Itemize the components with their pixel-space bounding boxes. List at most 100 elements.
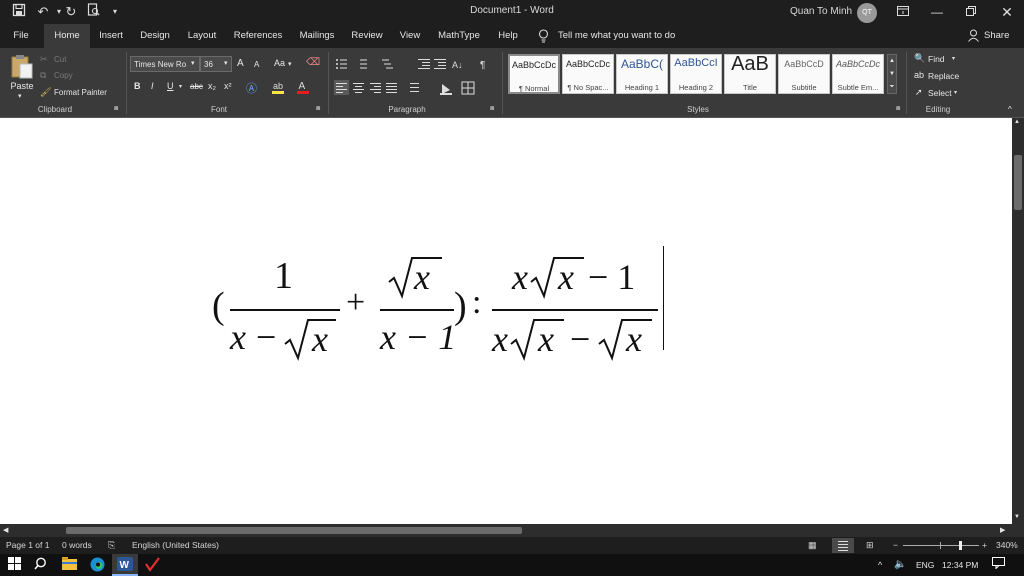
style-normal[interactable]: AaBbCcDc ¶ Normal — [508, 54, 560, 94]
scroll-left-icon[interactable]: ◀ — [3, 526, 8, 534]
replace-icon[interactable]: ab — [914, 70, 924, 80]
font-launcher-icon[interactable]: ⧈ — [316, 105, 320, 113]
tell-me-search[interactable]: Tell me what you want to do — [558, 30, 675, 41]
italic-button[interactable]: I — [151, 81, 154, 91]
word-taskbar-button[interactable]: W — [112, 554, 138, 576]
paste-button[interactable]: Paste — [10, 81, 34, 91]
edge-icon[interactable] — [89, 557, 105, 573]
tab-view[interactable]: View — [394, 24, 426, 48]
paste-icon[interactable] — [10, 54, 34, 80]
clipboard-launcher-icon[interactable]: ⧈ — [114, 105, 118, 113]
highlight-color-icon[interactable]: ab — [272, 80, 284, 94]
format-painter-icon[interactable]: 🖌 — [40, 87, 51, 98]
close-icon[interactable]: ✕ — [992, 2, 1022, 22]
tab-review[interactable]: Review — [348, 24, 386, 48]
input-language[interactable]: ENG — [916, 560, 934, 570]
paragraph-launcher-icon[interactable]: ⧈ — [490, 105, 494, 113]
mathtype-icon[interactable] — [144, 557, 160, 573]
tab-design[interactable]: Design — [136, 24, 174, 48]
tab-layout[interactable]: Layout — [182, 24, 222, 48]
underline-dropdown-icon[interactable]: ▾ — [179, 83, 182, 90]
select-dropdown-icon[interactable]: ▾ — [954, 89, 957, 96]
select-icon[interactable]: ➚ — [915, 87, 923, 98]
search-icon[interactable] — [32, 557, 48, 573]
zoom-slider-track[interactable] — [903, 545, 979, 546]
math-equation[interactable]: ( 1 x − x + x x − 1 ) : x x − 1 x x − x — [208, 246, 668, 366]
find-button[interactable]: Find — [928, 54, 945, 64]
minimize-icon[interactable]: — — [922, 2, 952, 22]
file-explorer-icon[interactable] — [61, 557, 77, 573]
read-mode-icon[interactable]: ▦ — [808, 540, 817, 551]
superscript-button[interactable]: x² — [224, 81, 232, 91]
copy-icon[interactable]: ⧉ — [40, 70, 46, 81]
cut-button[interactable]: Cut — [54, 55, 66, 64]
volume-icon[interactable]: 🔈 — [894, 559, 906, 570]
style-subtle-emphasis[interactable]: AaBbCcDc Subtle Em... — [832, 54, 884, 94]
style-subtitle[interactable]: AaBbCcD Subtitle — [778, 54, 830, 94]
styles-launcher-icon[interactable]: ⧈ — [896, 105, 900, 113]
avatar[interactable]: QT — [857, 3, 877, 23]
user-name[interactable]: Quan To Minh — [790, 6, 852, 17]
change-case-button[interactable]: Aa — [274, 58, 285, 68]
page-count[interactable]: Page 1 of 1 — [6, 540, 49, 550]
scroll-right-icon[interactable]: ▶ — [1000, 526, 1005, 534]
fraction3-den-x: x — [492, 319, 508, 359]
zoom-level[interactable]: 340% — [996, 540, 1018, 550]
document-page[interactable]: ( 1 x − x + x x − 1 ) : x x − 1 x x − x — [0, 118, 1012, 524]
tab-file[interactable]: File — [6, 24, 36, 48]
share-button[interactable]: Share — [984, 30, 1009, 41]
change-case-dropdown-icon[interactable]: ▾ — [288, 60, 292, 68]
ribbon-display-options-icon[interactable] — [888, 2, 918, 22]
cut-icon[interactable]: ✂ — [40, 54, 48, 65]
strikethrough-button[interactable]: abc — [190, 82, 203, 91]
clock-time[interactable]: 12:34 PM — [942, 560, 978, 570]
zoom-in-icon[interactable]: + — [982, 540, 987, 550]
font-name-field[interactable]: Times New Ro — [130, 56, 200, 72]
bold-button[interactable]: B — [134, 81, 141, 91]
copy-button[interactable]: Copy — [54, 71, 73, 80]
tab-help[interactable]: Help — [492, 24, 524, 48]
style-heading-1[interactable]: AaBbC( Heading 1 — [616, 54, 668, 94]
horizontal-scroll-thumb[interactable] — [66, 527, 522, 534]
find-dropdown-icon[interactable]: ▾ — [952, 55, 955, 62]
restore-icon[interactable] — [956, 2, 986, 22]
tab-insert[interactable]: Insert — [92, 24, 130, 48]
style-heading-2[interactable]: AaBbCcI Heading 2 — [670, 54, 722, 94]
vertical-scroll-thumb[interactable] — [1014, 155, 1022, 210]
replace-button[interactable]: Replace — [928, 71, 959, 81]
grow-font-button[interactable]: A — [237, 58, 244, 69]
subscript-button[interactable]: x₂ — [208, 81, 216, 91]
divider — [126, 52, 127, 114]
word-count[interactable]: 0 words — [62, 540, 92, 550]
font-name-dropdown-icon[interactable]: ▾ — [191, 59, 195, 67]
tab-mailings[interactable]: Mailings — [294, 24, 340, 48]
proofing-icon[interactable]: ⎘ — [108, 540, 115, 551]
font-size-dropdown-icon[interactable]: ▾ — [224, 59, 228, 67]
scroll-up-icon[interactable]: ▲ — [1014, 119, 1020, 125]
text-effects-icon[interactable]: Ⓐ — [246, 80, 257, 96]
shrink-font-button[interactable]: A — [254, 60, 259, 69]
system-tray-expand-icon[interactable]: ^ — [878, 560, 882, 570]
language-status[interactable]: English (United States) — [132, 540, 219, 550]
clear-formatting-icon[interactable]: ⌫ — [306, 57, 320, 68]
find-icon[interactable]: 🔍 — [914, 53, 925, 64]
scroll-down-icon[interactable]: ▼ — [1014, 514, 1020, 520]
notifications-icon[interactable] — [990, 557, 1006, 573]
styles-scroll-arrows[interactable]: ▲ ▼ ⏷ — [887, 54, 897, 94]
print-layout-icon[interactable] — [832, 538, 854, 553]
style-no-spacing[interactable]: AaBbCcDc ¶ No Spac... — [562, 54, 614, 94]
zoom-slider-thumb[interactable] — [959, 541, 962, 550]
zoom-out-icon[interactable]: − — [893, 540, 898, 550]
tab-references[interactable]: References — [230, 24, 286, 48]
style-title[interactable]: AaB Title — [724, 53, 776, 94]
underline-button[interactable]: U — [167, 81, 174, 91]
collapse-ribbon-icon[interactable]: ^ — [1008, 105, 1012, 114]
tab-home[interactable]: Home — [44, 24, 90, 48]
font-color-icon[interactable]: A — [297, 79, 309, 94]
tab-mathtype[interactable]: MathType — [434, 24, 484, 48]
web-layout-icon[interactable]: ⊞ — [866, 540, 874, 551]
windows-start-icon[interactable] — [6, 557, 22, 573]
paste-dropdown-icon[interactable]: ▾ — [18, 92, 22, 100]
select-button[interactable]: Select — [928, 88, 952, 98]
format-painter-button[interactable]: Format Painter — [54, 88, 107, 97]
